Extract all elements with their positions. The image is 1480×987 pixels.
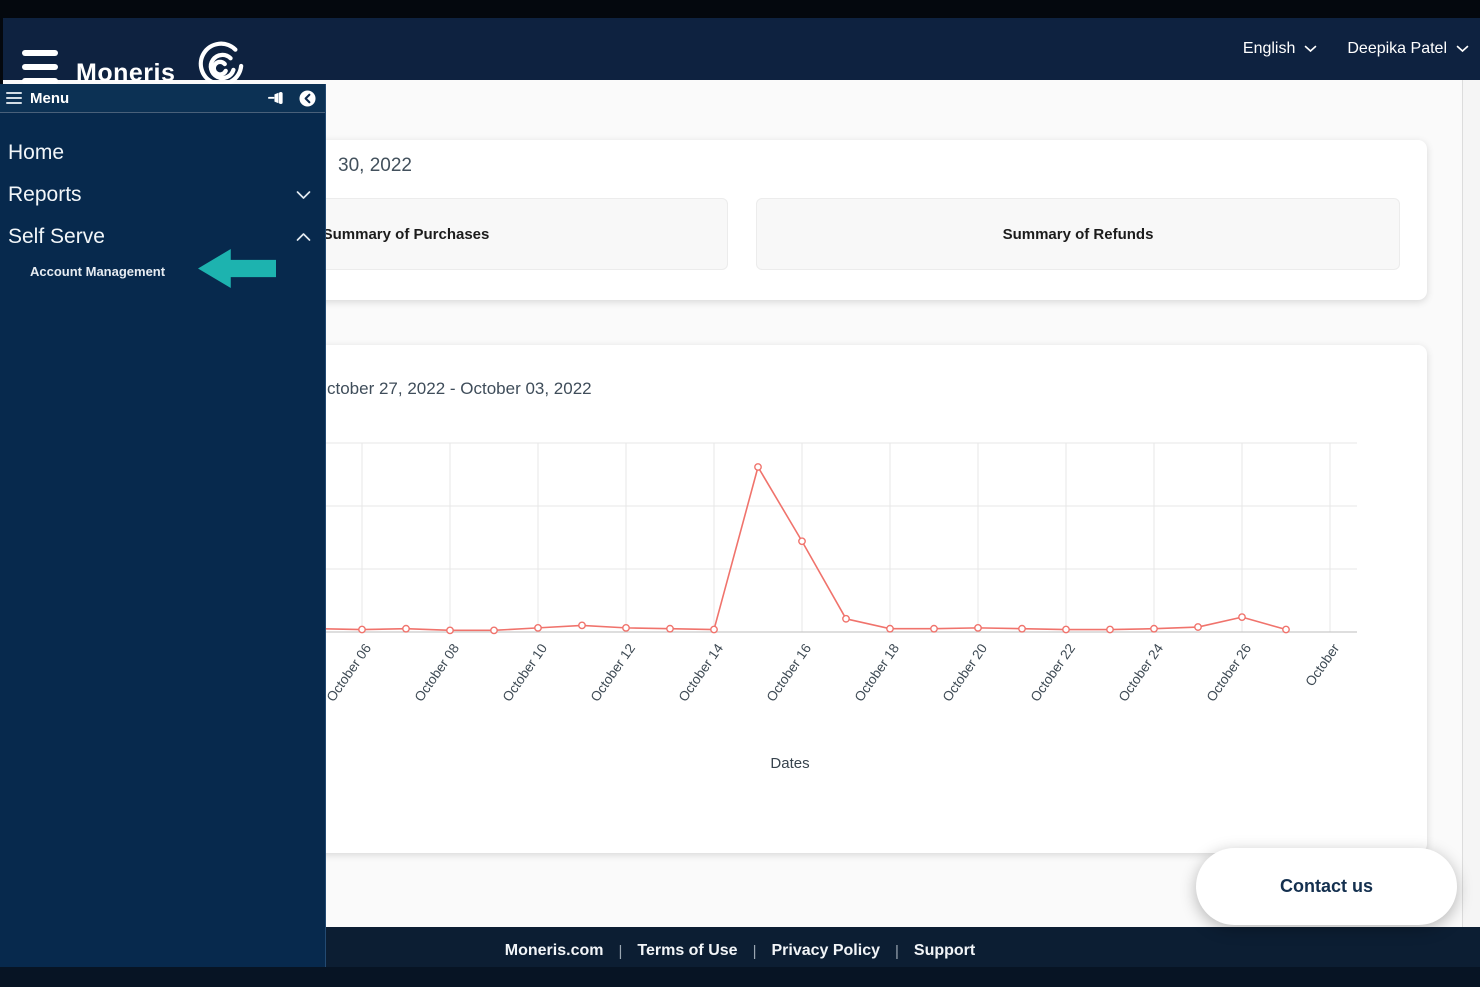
x-axis-title: Dates <box>770 755 810 772</box>
footer-link-support[interactable]: Support <box>914 942 975 960</box>
chevron-up-icon <box>296 233 311 241</box>
sidebar-item-self-serve[interactable]: Self Serve <box>0 216 325 258</box>
sidebar-item-label: Self Serve <box>8 225 105 248</box>
summary-card-title: Summary of Purchases <box>322 225 490 243</box>
sidebar-menu-panel: Menu Home Reports Self Serve Account Man… <box>0 84 326 967</box>
contact-us-label: Contact us <box>1279 876 1373 896</box>
window-top-strip <box>0 0 1480 18</box>
window-left-edge <box>0 0 3 84</box>
sidebar-item-reports[interactable]: Reports <box>0 174 325 216</box>
menu-title: Menu <box>30 89 70 107</box>
footer-link-terms-of-use[interactable]: Terms of Use <box>637 942 737 960</box>
chevron-down-icon <box>296 191 311 199</box>
hamburger-menu-icon[interactable] <box>6 92 22 104</box>
language-label: English <box>1242 40 1296 57</box>
sidebar-item-home[interactable]: Home <box>0 132 325 174</box>
top-nav: Moneris English Deepika Patel <box>0 18 1480 87</box>
footer-separator: | <box>752 942 757 960</box>
pin-menu-icon[interactable] <box>268 91 289 105</box>
collapse-menu-icon[interactable] <box>299 89 316 107</box>
sidebar-menu-bar: Menu <box>0 84 325 113</box>
chevron-down-icon <box>1305 45 1317 53</box>
summary-card-title: Summary of Refunds <box>1002 225 1154 243</box>
footer-separator: | <box>618 942 623 960</box>
language-selector[interactable]: English <box>1243 40 1317 58</box>
app-window: Moneris English Deepika Patel 30, 2022 S… <box>0 0 1480 987</box>
window-bottom-strip <box>0 967 1480 987</box>
footer-separator: | <box>894 942 899 960</box>
summary-of-refunds-card[interactable]: Summary of Refunds <box>756 198 1400 270</box>
vertical-scrollbar[interactable] <box>1462 80 1480 927</box>
sidebar-item-label: Reports <box>8 183 82 206</box>
user-name-label: Deepika Patel <box>1347 40 1447 57</box>
contact-us-button[interactable]: Contact us <box>1196 848 1457 925</box>
hamburger-menu-icon[interactable] <box>22 50 58 84</box>
footer-link-moneris-com[interactable]: Moneris.com <box>505 942 604 960</box>
chevron-down-icon <box>1456 45 1469 53</box>
date-range-heading: 30, 2022 <box>338 155 412 176</box>
sidebar-item-account-management[interactable]: Account Management <box>0 258 325 284</box>
sidebar-item-label: Account Management <box>30 263 166 279</box>
footer-link-privacy-policy[interactable]: Privacy Policy <box>771 942 880 960</box>
sidebar-item-label: Home <box>8 141 65 164</box>
header-right-group: English Deepika Patel <box>1243 18 1469 80</box>
user-menu[interactable]: Deepika Patel <box>1347 40 1469 58</box>
